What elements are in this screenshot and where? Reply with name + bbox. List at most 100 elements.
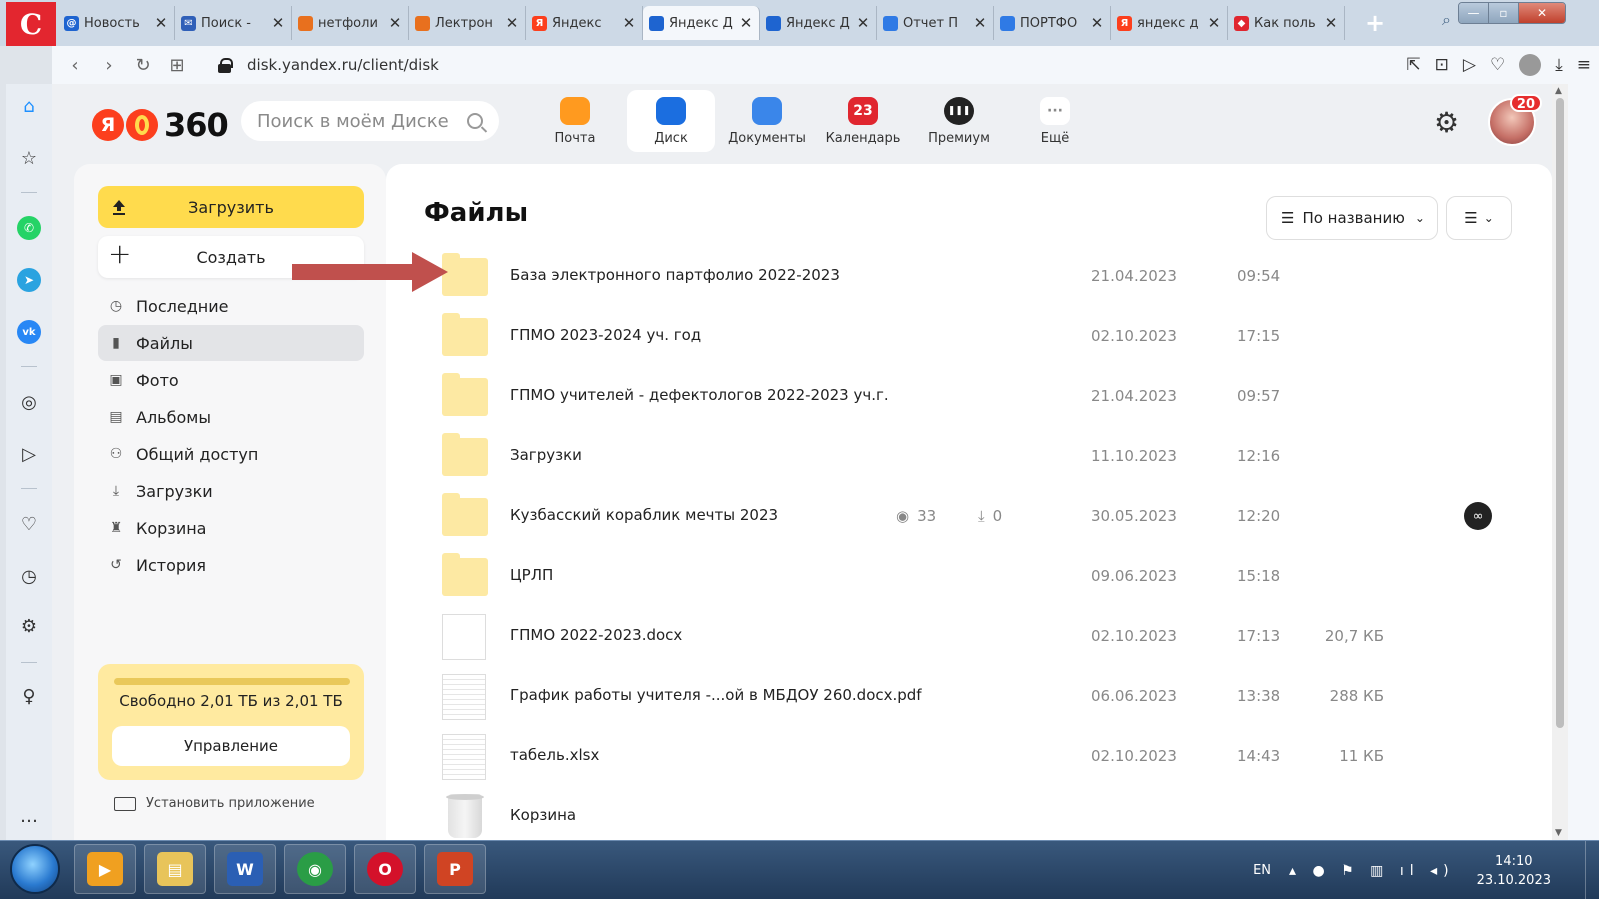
service-more[interactable]: ··· Ещё: [1007, 90, 1103, 152]
gear-panel-icon[interactable]: ⚙: [17, 614, 41, 638]
browser-tab[interactable]: нетфоли ✕: [292, 6, 409, 40]
vk-icon[interactable]: vk: [17, 320, 41, 344]
tab-close-icon[interactable]: ✕: [1207, 14, 1221, 32]
player-icon[interactable]: ◎: [17, 390, 41, 414]
scroll-down-icon[interactable]: ▼: [1555, 828, 1562, 838]
browser-tab[interactable]: Отчет П ✕: [877, 6, 994, 40]
sidebar-item-history[interactable]: ↺ История: [98, 547, 364, 583]
reload-icon[interactable]: ↻: [126, 55, 160, 76]
browser-tab[interactable]: ◆ Как поль ✕: [1228, 6, 1345, 40]
sidebar-item-photo[interactable]: ▣ Фото: [98, 362, 364, 398]
scroll-up-icon[interactable]: ▲: [1555, 86, 1562, 96]
gear-icon[interactable]: ⚙: [1434, 106, 1459, 139]
minimize-icon[interactable]: —: [1459, 3, 1489, 23]
install-app-link[interactable]: Установить приложение: [114, 796, 315, 811]
tab-close-icon[interactable]: ✕: [973, 14, 987, 32]
maximize-icon[interactable]: ▫: [1489, 3, 1519, 23]
table-row[interactable]: График работы учителя -...ой в МБДОУ 260…: [386, 666, 1552, 726]
taskbar-explorer[interactable]: ▤: [144, 844, 206, 894]
send-icon[interactable]: ▷: [1463, 55, 1476, 75]
star-icon[interactable]: ☆: [17, 146, 41, 170]
file-name[interactable]: ГПМО учителей - дефектологов 2022-2023 у…: [510, 386, 889, 404]
sidebar-item-file[interactable]: ▮ Файлы: [98, 325, 364, 361]
tab-close-icon[interactable]: ✕: [388, 14, 402, 32]
tab-close-icon[interactable]: ✕: [505, 14, 519, 32]
table-row[interactable]: ГПМО 2023-2024 уч. год 02.10.2023 17:15: [386, 306, 1552, 366]
browser-tab[interactable]: ✉ Поиск - ✕: [175, 6, 292, 40]
back-icon[interactable]: ‹: [58, 55, 92, 76]
taskbar-opera[interactable]: O: [354, 844, 416, 894]
tab-search-icon[interactable]: ⌕: [1442, 10, 1451, 30]
home-icon[interactable]: ⌂: [17, 94, 41, 118]
start-button[interactable]: [10, 844, 60, 894]
scroll-thumb[interactable]: [1556, 98, 1564, 728]
tab-close-icon[interactable]: ✕: [1090, 14, 1104, 32]
service-mail[interactable]: Почта: [527, 90, 623, 152]
history-panel-icon[interactable]: ◷: [17, 564, 41, 588]
file-name[interactable]: База электронного партфолио 2022-2023: [510, 266, 840, 284]
table-row[interactable]: Корзина: [386, 786, 1552, 846]
table-row[interactable]: табель.xlsx 02.10.2023 14:43 11 КБ: [386, 726, 1552, 786]
taskbar-word[interactable]: W: [214, 844, 276, 894]
page-scrollbar[interactable]: ▲ ▼: [1552, 84, 1568, 840]
url-field[interactable]: disk.yandex.ru/client/disk: [218, 56, 439, 74]
tips-icon[interactable]: ♀: [17, 684, 41, 708]
browser-logo[interactable]: C: [6, 2, 56, 46]
table-row[interactable]: База электронного партфолио 2022-2023 21.…: [386, 246, 1552, 306]
screenshot-icon[interactable]: ⊡: [1435, 55, 1449, 75]
more-panel-icon[interactable]: …: [17, 804, 41, 828]
file-name[interactable]: Корзина: [510, 806, 576, 824]
share-icon[interactable]: ⇱: [1406, 55, 1420, 75]
avatar[interactable]: 20: [1488, 94, 1542, 146]
table-row[interactable]: ГПМО 2022-2023.docx 02.10.2023 17:13 20,7 К…: [386, 606, 1552, 666]
file-name[interactable]: Загрузки: [510, 446, 582, 464]
whatsapp-icon[interactable]: ✆: [17, 216, 41, 240]
profile-icon[interactable]: [1519, 54, 1542, 76]
show-desktop-button[interactable]: [1585, 841, 1599, 899]
taskbar-powerpoint[interactable]: P: [424, 844, 486, 894]
sidebar-item-shared[interactable]: ⚇ Общий доступ: [98, 436, 364, 472]
forward-icon[interactable]: ›: [92, 55, 126, 76]
browser-tab[interactable]: Яндекс Д ✕: [643, 6, 760, 40]
heart-icon[interactable]: ♡: [17, 512, 41, 536]
browser-tab[interactable]: Я Яндекс ✕: [526, 6, 643, 40]
disk-search[interactable]: [241, 101, 499, 141]
search-icon[interactable]: [467, 113, 483, 129]
file-name[interactable]: ГПМО 2023-2024 уч. год: [510, 326, 701, 344]
telegram-icon[interactable]: ➤: [17, 268, 41, 292]
table-row[interactable]: ГПМО учителей - дефектологов 2022-2023 у…: [386, 366, 1552, 426]
tab-close-icon[interactable]: ✕: [271, 14, 285, 32]
search-input[interactable]: [257, 110, 467, 132]
sidebar-item-download[interactable]: ⤓ Загрузки: [98, 473, 364, 509]
sidebar-item-clock[interactable]: ◷ Последние: [98, 288, 364, 324]
link-icon[interactable]: ∞: [1464, 502, 1492, 530]
tray-icons[interactable]: ▴ ● ⚑ ▥ ıl ◂): [1289, 863, 1455, 879]
tab-close-icon[interactable]: ✕: [154, 14, 168, 32]
browser-tab[interactable]: Яяндекс д ✕: [1111, 6, 1228, 40]
table-row[interactable]: ЦРЛП 09.06.2023 15:18: [386, 546, 1552, 606]
service-disk[interactable]: Диск: [627, 90, 715, 152]
sidebar-item-albums[interactable]: ▤ Альбомы: [98, 399, 364, 435]
upload-button[interactable]: Загрузить: [98, 186, 364, 228]
file-name[interactable]: ГПМО 2022-2023.docx: [510, 626, 682, 644]
file-name[interactable]: График работы учителя -...ой в МБДОУ 260…: [510, 686, 922, 704]
settings-menu-icon[interactable]: ≡: [1577, 55, 1591, 75]
send-panel-icon[interactable]: ▷: [17, 442, 41, 466]
tab-close-icon[interactable]: ✕: [1324, 14, 1338, 32]
service-calendar[interactable]: 23 Календарь: [815, 90, 911, 152]
browser-tab[interactable]: Яндекс Д ✕: [760, 6, 877, 40]
table-row[interactable]: Загрузки 11.10.2023 12:16: [386, 426, 1552, 486]
browser-tab[interactable]: Лектрон ✕: [409, 6, 526, 40]
tab-close-icon[interactable]: ✕: [856, 14, 870, 32]
file-name[interactable]: Кузбасский кораблик мечты 2023: [510, 506, 778, 524]
browser-tab[interactable]: ПОРТФО ✕: [994, 6, 1111, 40]
clock[interactable]: 14:10 23.10.2023: [1477, 852, 1551, 890]
file-name[interactable]: табель.xlsx: [510, 746, 599, 764]
taskbar-chrome[interactable]: ◉: [284, 844, 346, 894]
browser-tab[interactable]: @ Новость ✕: [58, 6, 175, 40]
yandex360-logo[interactable]: Я 360: [92, 106, 229, 144]
downloads-icon[interactable]: ⤓: [1555, 55, 1563, 75]
file-name[interactable]: ЦРЛП: [510, 566, 553, 584]
tab-close-icon[interactable]: ✕: [622, 14, 636, 32]
service-documents[interactable]: Документы: [719, 90, 815, 152]
